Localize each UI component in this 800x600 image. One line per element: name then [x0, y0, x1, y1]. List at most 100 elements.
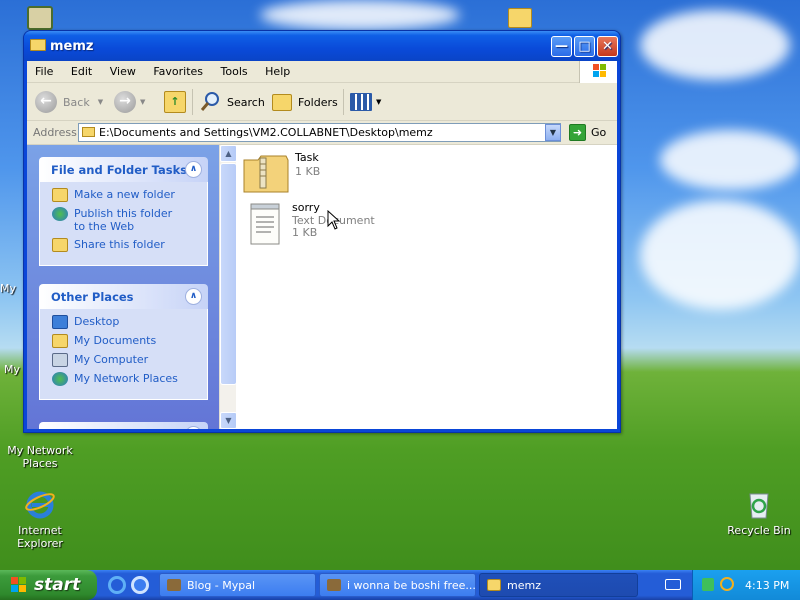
panel-header[interactable]: ∧	[39, 422, 208, 429]
forward-button[interactable]: → ▼	[114, 90, 145, 114]
quicklaunch-ie-icon[interactable]	[108, 576, 126, 594]
file-text: Task 1 KB	[295, 151, 320, 178]
recycle-bin-icon	[743, 488, 775, 520]
content-area: File and Folder Tasks ∧ Make a new folde…	[27, 145, 617, 429]
menu-edit[interactable]: Edit	[71, 65, 92, 78]
windows-logo-icon	[579, 61, 617, 83]
menu-favorites[interactable]: Favorites	[153, 65, 203, 78]
menu-tools[interactable]: Tools	[221, 65, 248, 78]
task-make-new-folder[interactable]: Make a new folder	[52, 188, 207, 202]
wallpaper-cloud	[640, 10, 790, 80]
mouse-cursor-icon	[327, 209, 341, 233]
my-documents-icon	[52, 334, 68, 348]
other-places-panel: Other Places ∧ Desktop My Documents My C…	[39, 284, 208, 400]
window-title: memz	[50, 39, 94, 54]
task-share-folder[interactable]: Share this folder	[52, 238, 207, 252]
close-button[interactable]: ✕	[597, 36, 618, 57]
place-label: My Network Places	[74, 372, 178, 385]
collapse-chevron-icon[interactable]: ∧	[185, 288, 202, 305]
system-tray: 4:13 PM	[665, 570, 800, 600]
go-label: Go	[591, 126, 607, 139]
tray-search-icon[interactable]	[720, 577, 734, 591]
scroll-down-button[interactable]: ▼	[220, 412, 237, 429]
place-label: Desktop	[74, 315, 120, 328]
task-publish-folder[interactable]: Publish this folder to the Web	[52, 207, 207, 233]
collapse-chevron-icon[interactable]: ∧	[185, 161, 202, 178]
folder-icon	[30, 39, 46, 51]
globe-icon	[52, 207, 68, 221]
file-item-task[interactable]: Task 1 KB	[242, 151, 320, 197]
search-label: Search	[227, 95, 265, 109]
panel-title: File and Folder Tasks	[51, 163, 188, 177]
desktop-icon-internet-explorer[interactable]: Internet Explorer	[1, 488, 79, 550]
menu-view[interactable]: View	[110, 65, 136, 78]
taskbar-item-boshi[interactable]: i wonna be boshi free...	[319, 573, 476, 597]
forward-arrow-icon: →	[114, 91, 136, 113]
place-my-network-places[interactable]: My Network Places	[52, 372, 207, 386]
start-button[interactable]: start	[0, 570, 97, 600]
address-dropdown-button[interactable]: ▼	[545, 124, 561, 141]
desktop-icon-recycle-bin[interactable]: Recycle Bin	[720, 488, 798, 537]
place-label: My Computer	[74, 353, 149, 366]
partial-label: My	[4, 363, 21, 376]
back-label: Back	[63, 95, 90, 109]
desktop-icon-label: Internet Explorer	[17, 524, 63, 550]
minimize-button[interactable]: —	[551, 36, 572, 57]
task-label: memz	[507, 579, 541, 592]
folders-button[interactable]: Folders	[272, 90, 338, 114]
share-folder-icon	[52, 238, 68, 252]
wallpaper-cloud	[260, 0, 460, 30]
title-bar[interactable]: memz — □ ✕	[24, 31, 620, 61]
clock[interactable]: 4:13 PM	[745, 579, 789, 592]
address-value: E:\Documents and Settings\VM2.COLLABNET\…	[99, 126, 433, 139]
panel-header[interactable]: File and Folder Tasks ∧	[39, 157, 208, 182]
folder-icon	[487, 579, 501, 591]
tray-network-icon[interactable]	[702, 578, 714, 591]
address-input[interactable]: E:\Documents and Settings\VM2.COLLABNET\…	[78, 123, 561, 142]
desktop-icon-top-left[interactable]	[27, 6, 53, 30]
file-list: Task 1 KB sorry Text Document 1 KB	[236, 145, 617, 429]
chevron-down-icon: ▼	[225, 416, 232, 425]
desktop-icon-label: My Network Places	[7, 444, 73, 470]
partial-label: My	[0, 282, 17, 295]
back-button[interactable]: ← Back ▼	[35, 90, 103, 114]
taskbar: start Blog - Mypal i wonna be boshi free…	[0, 570, 800, 600]
task-label: Blog - Mypal	[187, 579, 256, 592]
menu-help[interactable]: Help	[265, 65, 290, 78]
panel-body: Make a new folder Publish this folder to…	[39, 182, 208, 266]
address-bar: Address E:\Documents and Settings\VM2.CO…	[27, 121, 617, 145]
desktop-icon-label: Recycle Bin	[727, 524, 791, 537]
maximize-button[interactable]: □	[574, 36, 595, 57]
collapse-chevron-icon[interactable]: ∧	[185, 426, 202, 429]
minimize-icon: —	[555, 39, 568, 54]
chevron-down-icon: ▼	[549, 128, 557, 137]
taskbar-item-memz[interactable]: memz	[479, 573, 638, 597]
menu-file[interactable]: File	[35, 65, 53, 78]
place-desktop[interactable]: Desktop	[52, 315, 207, 329]
task-pane: File and Folder Tasks ∧ Make a new folde…	[27, 145, 219, 429]
close-icon: ✕	[602, 39, 613, 54]
maximize-icon: □	[578, 39, 591, 54]
search-button[interactable]: Search	[200, 90, 265, 114]
folder-icon	[82, 127, 95, 137]
panel-header[interactable]: Other Places ∧	[39, 284, 208, 309]
search-icon	[200, 90, 222, 115]
quicklaunch-browser-icon[interactable]	[131, 576, 149, 594]
folders-label: Folders	[298, 95, 338, 109]
scroll-up-button[interactable]: ▲	[220, 145, 237, 162]
keyboard-icon[interactable]	[665, 579, 681, 590]
go-button[interactable]: ➜ Go	[569, 124, 606, 141]
taskbar-item-blog-mypal[interactable]: Blog - Mypal	[159, 573, 316, 597]
scroll-thumb[interactable]	[220, 163, 237, 385]
place-my-documents[interactable]: My Documents	[52, 334, 207, 348]
views-button[interactable]: ▼	[350, 90, 381, 114]
new-folder-icon	[52, 188, 68, 202]
file-item-sorry[interactable]: sorry Text Document 1 KB	[249, 201, 375, 251]
desktop-folder-icon[interactable]	[508, 8, 532, 28]
place-label: My Documents	[74, 334, 157, 347]
panel-title: Other Places	[51, 290, 134, 304]
place-my-computer[interactable]: My Computer	[52, 353, 207, 367]
task-pane-scrollbar[interactable]: ▲ ▼	[219, 145, 237, 429]
file-name: Task	[295, 151, 319, 164]
up-folder-button[interactable]: ↑	[164, 90, 186, 114]
